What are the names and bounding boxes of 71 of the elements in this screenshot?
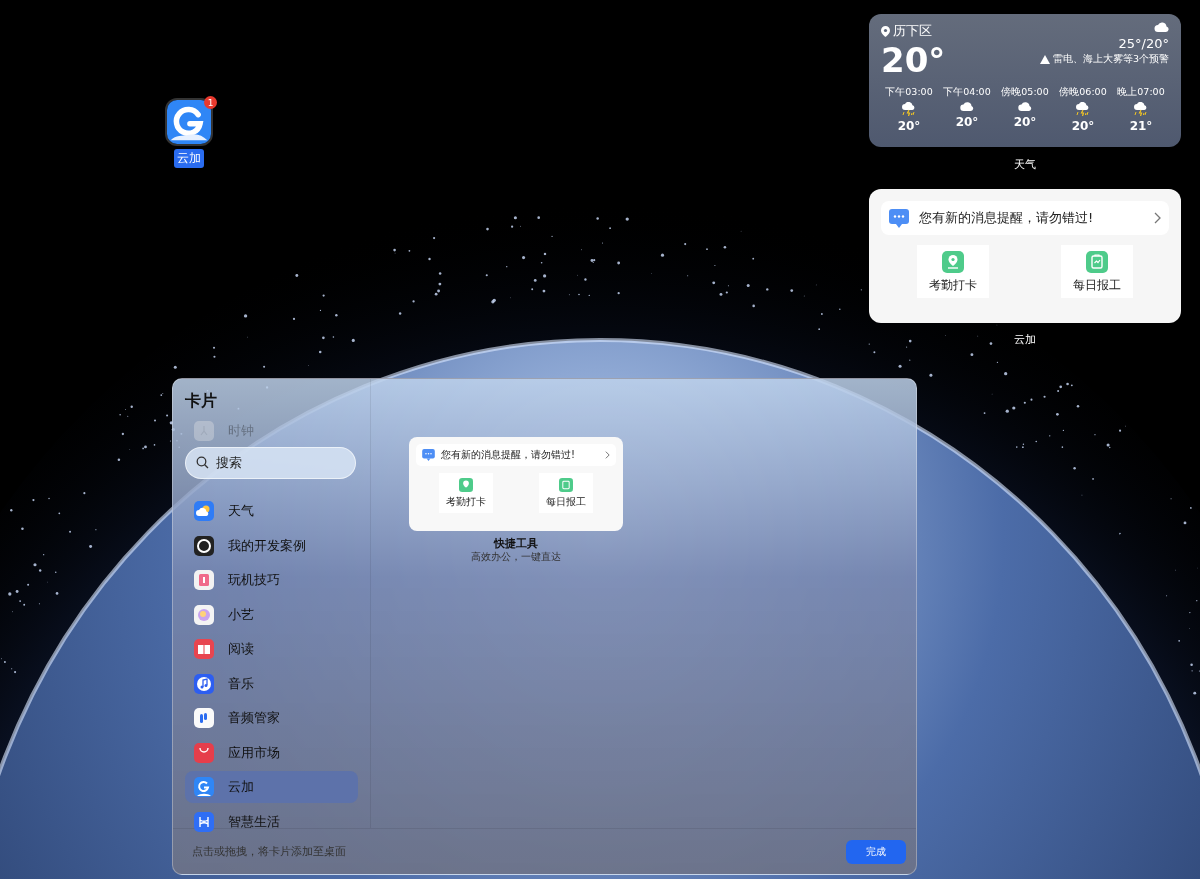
app-icon bbox=[194, 708, 214, 728]
message-widget[interactable]: 您有新的消息提醒，请勿错过! 考勤打卡 每日报工 bbox=[869, 189, 1181, 323]
app-icon bbox=[194, 777, 214, 797]
app-icon bbox=[194, 604, 214, 625]
thunderstorm-icon bbox=[1134, 102, 1148, 116]
shortcut-button[interactable]: 考勤打卡 bbox=[917, 245, 989, 298]
widget-caption: 云加 bbox=[1014, 332, 1036, 347]
app-icon bbox=[194, 811, 214, 832]
book-icon bbox=[194, 639, 214, 659]
chat-bubble-icon bbox=[422, 449, 435, 461]
card-preview[interactable]: 您有新的消息提醒，请勿错过! 考勤打卡 每日报工 bbox=[409, 437, 623, 531]
app-list-item[interactable]: 玩机技巧 bbox=[185, 564, 358, 596]
cloud-icon bbox=[1154, 22, 1169, 34]
hour-temperature: 20° bbox=[897, 119, 921, 133]
message-text: 您有新的消息提醒，请勿错过! bbox=[441, 448, 576, 462]
warning-text: 雷电、海上大雾等3个预警 bbox=[1052, 53, 1169, 66]
app-label: 云加 bbox=[174, 149, 204, 168]
chevron-right-icon bbox=[1154, 212, 1161, 224]
search-icon bbox=[196, 456, 209, 469]
search-field[interactable]: 搜索 bbox=[185, 446, 356, 479]
hour-time: 下午04:00 bbox=[943, 86, 991, 99]
app-list-item[interactable]: 天气 bbox=[185, 495, 358, 527]
app-icon bbox=[194, 570, 214, 590]
app-list-item[interactable]: 小艺 bbox=[185, 598, 358, 631]
app-list-item[interactable]: 音乐 bbox=[185, 667, 358, 700]
hour-temperature: 20° bbox=[1013, 115, 1037, 129]
location-text: 历下区 bbox=[893, 22, 932, 40]
app-icon bbox=[194, 535, 214, 556]
weather-widget[interactable]: 历下区 20° 25°/20° 雷电、海上大雾等3个预警 下午03:00 20° 下午04:00 20° 傍晚05:00 20° 傍晚06:00 20° 晚上07:00 21° bbox=[869, 14, 1181, 147]
hour-time: 晚上07:00 bbox=[1117, 86, 1165, 99]
clipboard-icon bbox=[1086, 250, 1108, 273]
shortcut-tile: 每日报工 bbox=[539, 473, 593, 513]
app-list-item[interactable]: 音频管家 bbox=[185, 702, 358, 734]
panel-title: 卡片 bbox=[185, 391, 218, 412]
hour-temperature: 20° bbox=[955, 115, 979, 129]
warning-icon bbox=[1039, 55, 1050, 64]
hour-temperature: 20° bbox=[1071, 119, 1095, 133]
widget-caption: 天气 bbox=[1014, 157, 1036, 172]
search-input[interactable]: 搜索 bbox=[214, 454, 338, 471]
location-pin-icon bbox=[881, 25, 890, 37]
thunderstorm-icon bbox=[1076, 102, 1090, 116]
app-icon bbox=[194, 742, 214, 763]
clipboard-icon bbox=[559, 477, 573, 492]
shortcut-tile: 考勤打卡 bbox=[439, 473, 493, 513]
hint-text: 点击或拖拽，将卡片添加至桌面 bbox=[192, 844, 346, 859]
music-note-icon bbox=[194, 673, 214, 694]
hour-time: 傍晚06:00 bbox=[1059, 86, 1107, 99]
temperature-range: 25°/20° bbox=[1118, 36, 1169, 51]
hour-time: 傍晚05:00 bbox=[1001, 86, 1049, 99]
app-list-item[interactable]: 智慧生活 bbox=[185, 805, 358, 838]
app-list-item[interactable]: 应用市场 bbox=[185, 736, 358, 769]
app-list-item[interactable]: 阅读 bbox=[185, 633, 358, 665]
card-subtitle: 高效办公，一键直达 bbox=[471, 551, 561, 564]
card-title: 快捷工具 bbox=[494, 536, 538, 551]
chevron-right-icon bbox=[605, 451, 610, 459]
hour-temperature: 21° bbox=[1129, 119, 1153, 133]
cloud-icon bbox=[960, 102, 974, 112]
app-list-item[interactable]: 我的开发案例 bbox=[185, 529, 358, 562]
weather-icon bbox=[194, 501, 214, 521]
location-pin-icon bbox=[459, 477, 473, 492]
message-banner[interactable]: 您有新的消息提醒，请勿错过! bbox=[881, 201, 1169, 235]
location-pin-icon bbox=[942, 250, 964, 273]
cloud-icon bbox=[1018, 102, 1032, 112]
hour-time: 下午03:00 bbox=[885, 86, 933, 99]
done-button[interactable]: 完成 bbox=[846, 839, 906, 864]
current-temperature: 20° bbox=[881, 40, 946, 80]
thunderstorm-icon bbox=[902, 102, 916, 116]
shortcut-button[interactable]: 每日报工 bbox=[1061, 245, 1133, 298]
message-text: 您有新的消息提醒，请勿错过! bbox=[919, 209, 1095, 227]
chat-bubble-icon bbox=[889, 208, 909, 228]
app-list-item[interactable]: 云加 bbox=[185, 771, 358, 803]
